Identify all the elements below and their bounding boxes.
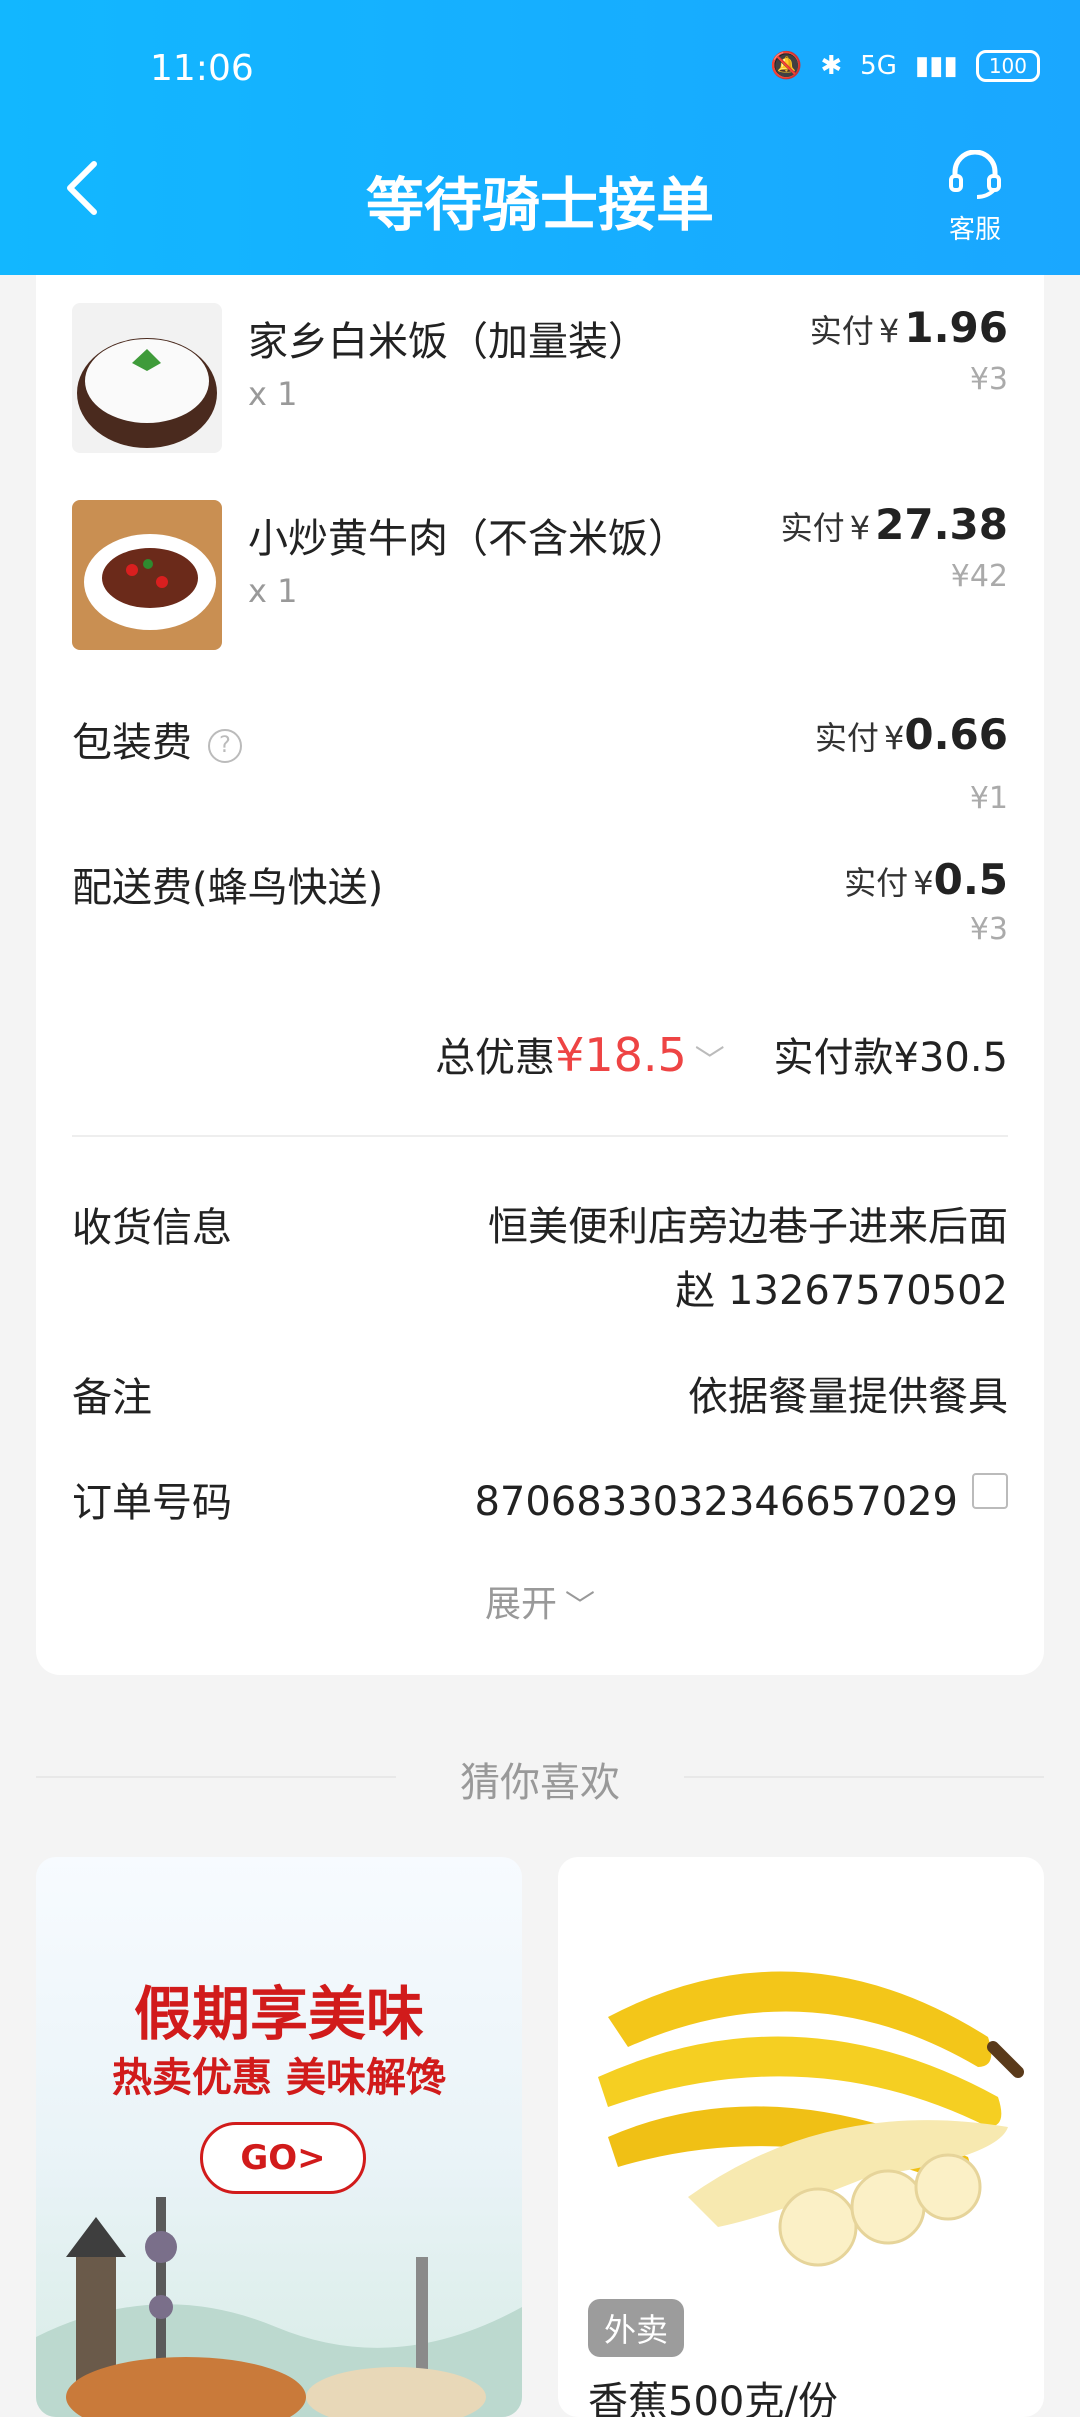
original-price: ¥42 bbox=[950, 559, 1008, 594]
delivery-badge: 外卖 bbox=[588, 2299, 685, 2357]
discount-amount[interactable]: 18.5 bbox=[584, 1028, 686, 1082]
discount-currency: ¥ bbox=[555, 1028, 585, 1082]
go-button[interactable]: GO> bbox=[200, 2122, 366, 2194]
pay-label: 实付 bbox=[809, 312, 874, 350]
item-quantity: x 1 bbox=[248, 572, 298, 610]
expand-button[interactable]: 展开 ﹀ bbox=[36, 1575, 1044, 1627]
contact-line: 赵 13267570502 bbox=[675, 1268, 1008, 1314]
city-skyline-image bbox=[36, 2197, 522, 2417]
mute-icon: 🔕 bbox=[770, 51, 803, 81]
page-title: 等待骑士接单 bbox=[365, 171, 714, 239]
fee-price: 实付 ¥0.5 ¥3 bbox=[844, 855, 1008, 947]
order-number-label: 订单号码 bbox=[72, 1480, 232, 1526]
item-price: 实付 ¥ 27.38 ¥42 bbox=[781, 500, 1008, 594]
note-label: 备注 bbox=[72, 1375, 152, 1421]
fee-name: 包装费 bbox=[72, 720, 192, 766]
original-price: ¥3 bbox=[969, 912, 1008, 947]
order-totals: 总优惠¥18.5 ﹀ 实付款¥30.5 bbox=[435, 1025, 1008, 1083]
paid-currency: ¥ bbox=[893, 1035, 919, 1081]
rice-thumbnail bbox=[72, 303, 222, 453]
original-price: ¥3 bbox=[969, 362, 1008, 397]
recommend-title: 猜你喜欢 bbox=[460, 1760, 620, 1806]
status-time: 11:06 bbox=[150, 48, 254, 89]
fee-name: 配送费(蜂鸟快送) bbox=[72, 865, 384, 911]
pay-label: 实付 bbox=[814, 719, 879, 757]
promo-title: 假期享美味 bbox=[133, 1980, 424, 2048]
chevron-down-icon: ﹀ bbox=[565, 1589, 595, 1624]
product-card[interactable]: 外卖 香蕉500克/份 bbox=[558, 1857, 1044, 2417]
currency-symbol: ¥ bbox=[849, 509, 871, 547]
paid-label: 实付款 bbox=[773, 1035, 894, 1081]
pay-label: 实付 bbox=[780, 509, 845, 547]
pay-amount: 0.5 bbox=[933, 855, 1008, 904]
order-item[interactable]: 家乡白米饭（加量装） x 1 实付 ¥ 1.96 ¥3 bbox=[72, 303, 1008, 453]
banana-image bbox=[598, 1971, 1024, 2267]
paid-amount: 30.5 bbox=[918, 1035, 1008, 1081]
note-row: 备注 依据餐量提供餐具 bbox=[72, 1365, 1008, 1435]
copy-icon[interactable] bbox=[972, 1473, 1008, 1509]
item-quantity: x 1 bbox=[248, 375, 298, 413]
fee-price: 实付 ¥0.66 ¥1 bbox=[815, 710, 1008, 816]
item-name: 小炒黄牛肉（不含米饭） bbox=[248, 516, 688, 562]
currency-symbol: ¥ bbox=[913, 864, 934, 902]
status-icons: 🔕 ✱ 5G ▮▮▮ 100 bbox=[770, 50, 1040, 82]
header-bar: 11:06 🔕 ✱ 5G ▮▮▮ 100 等待骑士接单 客服 bbox=[0, 0, 1080, 275]
customer-service-label: 客服 bbox=[948, 215, 1001, 245]
customer-service-button[interactable]: 客服 bbox=[940, 149, 1010, 246]
currency-symbol: ¥ bbox=[878, 312, 900, 350]
pay-amount: 1.96 bbox=[904, 303, 1008, 352]
promo-subtitle: 热卖优惠 美味解馋 bbox=[112, 2055, 446, 2101]
promo-banner[interactable]: 假期享美味 热卖优惠 美味解馋 GO> bbox=[36, 1857, 522, 2417]
divider bbox=[72, 1135, 1008, 1137]
discount-label: 总优惠 bbox=[435, 1035, 556, 1081]
delivery-info-label: 收货信息 bbox=[72, 1205, 232, 1251]
product-name: 香蕉500克/份 bbox=[588, 2379, 838, 2417]
original-price: ¥1 bbox=[969, 781, 1008, 816]
order-item[interactable]: 小炒黄牛肉（不含米饭） x 1 实付 ¥ 27.38 ¥42 bbox=[72, 500, 1008, 650]
item-name: 家乡白米饭（加量装） bbox=[248, 319, 648, 365]
order-number-row: 订单号码 8706833032346657029 bbox=[72, 1470, 1008, 1540]
battery-icon: 100 bbox=[975, 50, 1040, 82]
pay-amount: 27.38 bbox=[875, 500, 1008, 549]
currency-symbol: ¥ bbox=[884, 719, 905, 757]
beef-thumbnail bbox=[72, 500, 222, 650]
headset-icon bbox=[949, 149, 1001, 199]
delivery-info-value: 恒美便利店旁边巷子进来后面 赵 13267570502 bbox=[488, 1195, 1008, 1323]
pay-label: 实付 bbox=[844, 864, 909, 902]
item-price: 实付 ¥ 1.96 ¥3 bbox=[810, 303, 1008, 397]
chevron-down-icon[interactable]: ﹀ bbox=[695, 1044, 725, 1079]
order-card: 家乡白米饭（加量装） x 1 实付 ¥ 1.96 ¥3 小炒黄牛肉（不含米饭） … bbox=[36, 275, 1044, 1675]
delivery-info-row: 收货信息 恒美便利店旁边巷子进来后面 赵 13267570502 bbox=[72, 1195, 1008, 1335]
help-icon[interactable]: ? bbox=[208, 729, 242, 763]
network-label: 5G bbox=[860, 51, 897, 81]
order-number: 8706833032346657029 bbox=[474, 1479, 958, 1525]
bluetooth-icon: ✱ bbox=[820, 51, 843, 81]
expand-label: 展开 bbox=[484, 1584, 557, 1625]
address-line: 恒美便利店旁边巷子进来后面 bbox=[488, 1204, 1008, 1250]
note-value: 依据餐量提供餐具 bbox=[688, 1374, 1008, 1420]
signal-icon: ▮▮▮ bbox=[914, 51, 958, 81]
pay-amount: 0.66 bbox=[904, 710, 1008, 759]
